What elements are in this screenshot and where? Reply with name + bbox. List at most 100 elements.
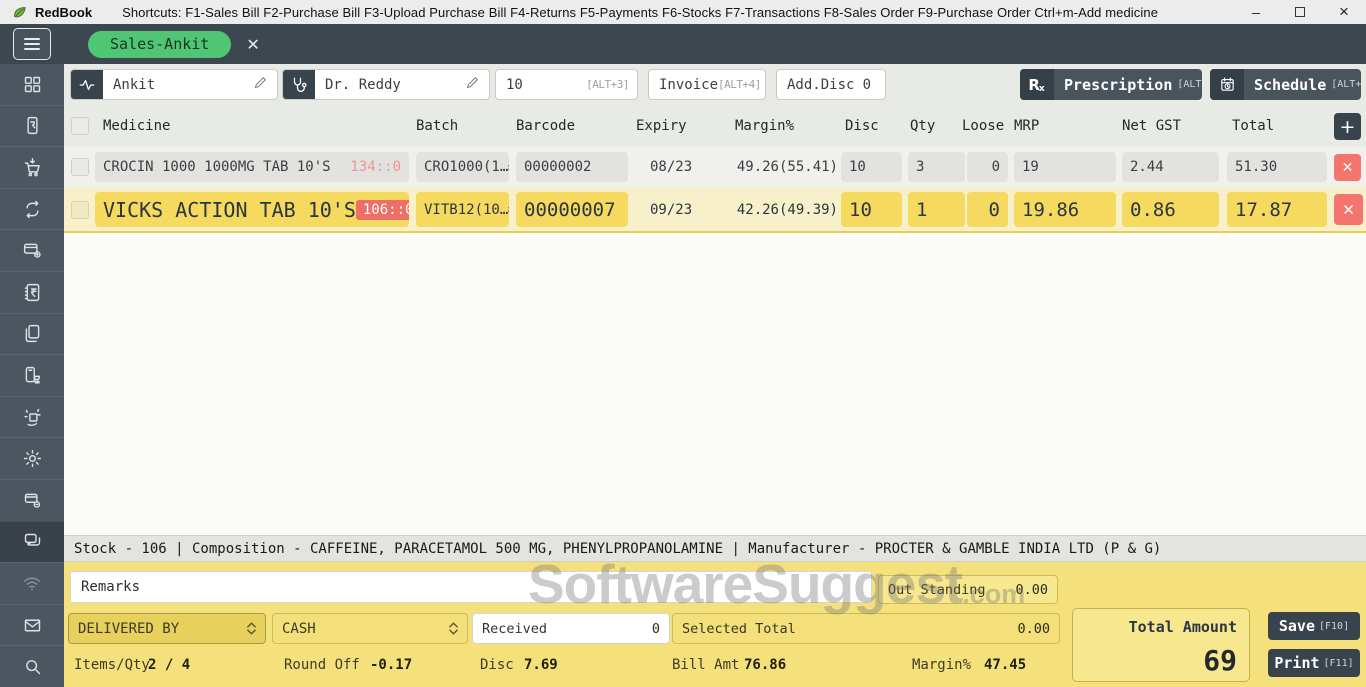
sidebar-item-stocks[interactable] <box>0 313 64 355</box>
qty-field-value: 10 <box>506 77 523 93</box>
margin-value: 42.26(49.39) <box>737 202 838 218</box>
tab-close-icon[interactable]: ✕ <box>246 35 259 54</box>
close-button[interactable]: × <box>1322 0 1366 24</box>
qty-shortcut-field[interactable]: 10 [ALT+3] <box>495 69 638 100</box>
tab-strip: Sales-Ankit ✕ <box>64 24 1366 64</box>
batch-spinner-icon <box>508 161 509 174</box>
selected-total-label: Selected Total <box>682 621 796 637</box>
tab-label: Sales-Ankit <box>110 35 209 53</box>
app-title: RedBook <box>35 5 92 20</box>
sidebar-item-chat[interactable] <box>0 521 64 563</box>
sidebar-item-dashboard[interactable] <box>0 64 64 105</box>
cell-barcode[interactable]: 00000002 <box>516 152 628 182</box>
stock-count: 134::0 <box>350 159 401 175</box>
hamburger-icon <box>23 37 41 51</box>
pulse-icon <box>71 70 103 99</box>
row-checkbox[interactable] <box>71 201 89 219</box>
sidebar-item-settings[interactable] <box>0 437 64 479</box>
sidebar-item-search[interactable] <box>0 645 64 687</box>
maximize-icon <box>1295 7 1305 17</box>
col-header-net-gst: Net GST <box>1122 105 1181 147</box>
cell-qty[interactable]: 3 <box>908 152 965 182</box>
billing-footer-panel: Out Standing 0.00 DELIVERED BY CASH Rece… <box>64 562 1366 687</box>
col-header-qty: Qty <box>910 105 935 147</box>
sidebar-item-mail[interactable] <box>0 604 64 646</box>
search-magnifier-icon <box>22 656 43 677</box>
tab-sales-ankit[interactable]: Sales-Ankit <box>88 31 231 58</box>
invoice-field[interactable]: Invoice [ALT+4] <box>648 69 766 100</box>
window-titlebar: RedBook Shortcuts: F1-Sales Bill F2-Purc… <box>0 0 1366 24</box>
mrp-value: 19 <box>1022 159 1039 175</box>
add-medicine-button[interactable]: + <box>1334 113 1361 140</box>
purchase-cart-icon <box>22 157 43 178</box>
sidebar-item-transactions[interactable] <box>0 354 64 396</box>
received-label: Received <box>482 621 547 637</box>
select-all-checkbox[interactable] <box>71 117 89 135</box>
cell-qty[interactable]: 1 <box>908 192 965 227</box>
cell-loose[interactable]: 0 <box>967 192 1008 227</box>
hamburger-menu-button[interactable] <box>13 28 51 60</box>
schedule-label: Schedule <box>1254 76 1326 94</box>
cell-mrp[interactable]: 19 <box>1014 152 1116 182</box>
minimize-button[interactable]: – <box>1234 0 1278 24</box>
sidebar-nav <box>0 64 64 687</box>
cell-batch-select[interactable]: CRO1000(1… <box>416 152 509 182</box>
cell-mrp[interactable]: 19.86 <box>1014 192 1116 227</box>
returns-loop-icon <box>22 199 43 220</box>
sidebar-item-offers[interactable] <box>0 396 64 438</box>
cell-disc[interactable]: 10 <box>841 152 902 182</box>
cell-loose[interactable]: 0 <box>967 152 1008 182</box>
margin-value: 49.26(55.41) <box>737 159 838 175</box>
cell-total[interactable]: 51.30 <box>1227 152 1327 182</box>
maximize-button[interactable] <box>1278 0 1322 24</box>
cell-medicine[interactable]: VICKS ACTION TAB 10'S 106::0 <box>95 192 409 227</box>
invoice-field-value: Invoice <box>659 77 718 93</box>
delete-row-button[interactable]: ✕ <box>1334 154 1361 181</box>
cell-total[interactable]: 17.87 <box>1227 192 1327 227</box>
cell-barcode[interactable]: 00000007 <box>516 192 628 227</box>
col-header-expiry: Expiry <box>636 105 687 147</box>
net-gst-value: 2.44 <box>1130 159 1164 175</box>
sidebar-item-wifi[interactable] <box>0 562 64 604</box>
payment-mode-select[interactable]: CASH <box>272 613 468 644</box>
schedule-hint: [ALT+6] <box>1331 79 1361 90</box>
print-button[interactable]: Print [F11] <box>1268 649 1360 677</box>
cell-net-gst[interactable]: 0.86 <box>1122 192 1219 227</box>
batch-value: VITB12(10… <box>424 202 508 218</box>
qty-value: 1 <box>916 199 927 221</box>
save-button[interactable]: Save [F10] <box>1268 612 1360 640</box>
selected-total-box: Selected Total 0.00 <box>672 613 1060 644</box>
patient-field[interactable]: Ankit <box>70 69 278 100</box>
row-checkbox[interactable] <box>71 158 89 176</box>
sidebar-item-purchase-cart[interactable] <box>0 146 64 188</box>
batch-spinner-icon <box>508 203 509 216</box>
delivered-by-select[interactable]: DELIVERED BY <box>68 613 266 644</box>
cell-margin: 49.26(55.41) <box>704 152 838 182</box>
print-label: Print <box>1274 654 1319 672</box>
table-row-crocin: CROCIN 1000 1000MG TAB 10'S 134::0 CRO10… <box>64 147 1366 187</box>
payments-card-icon <box>22 240 43 261</box>
selected-total-value: 0.00 <box>1017 621 1050 637</box>
edit-doctor-pencil-icon[interactable] <box>465 75 480 94</box>
select-spinner-icon <box>247 622 256 635</box>
cell-net-gst[interactable]: 2.44 <box>1122 152 1219 182</box>
cell-batch-select[interactable]: VITB12(10… <box>416 192 509 227</box>
cell-medicine[interactable]: CROCIN 1000 1000MG TAB 10'S 134::0 <box>95 152 409 182</box>
cell-disc[interactable]: 10 <box>841 192 902 227</box>
total-value: 51.30 <box>1235 159 1277 175</box>
col-header-batch: Batch <box>416 105 458 147</box>
remarks-input[interactable] <box>70 571 872 603</box>
schedule-button[interactable]: Schedule [ALT+6] <box>1210 69 1361 100</box>
col-header-barcode: Barcode <box>516 105 575 147</box>
prescription-button[interactable]: Rx Prescription [ALT+5] <box>1020 69 1202 100</box>
received-input[interactable]: Received 0 <box>472 613 670 644</box>
sidebar-item-pay-alt[interactable] <box>0 479 64 521</box>
edit-patient-pencil-icon[interactable] <box>253 75 268 94</box>
delete-row-button[interactable]: ✕ <box>1334 194 1363 225</box>
doctor-field[interactable]: Dr. Reddy <box>282 69 490 100</box>
sidebar-item-sales-bill[interactable] <box>0 105 64 147</box>
sidebar-item-returns[interactable] <box>0 188 64 230</box>
add-disc-field[interactable]: Add.Disc 0 <box>776 69 886 100</box>
sidebar-item-payments[interactable] <box>0 229 64 271</box>
sidebar-item-ledger[interactable] <box>0 271 64 313</box>
